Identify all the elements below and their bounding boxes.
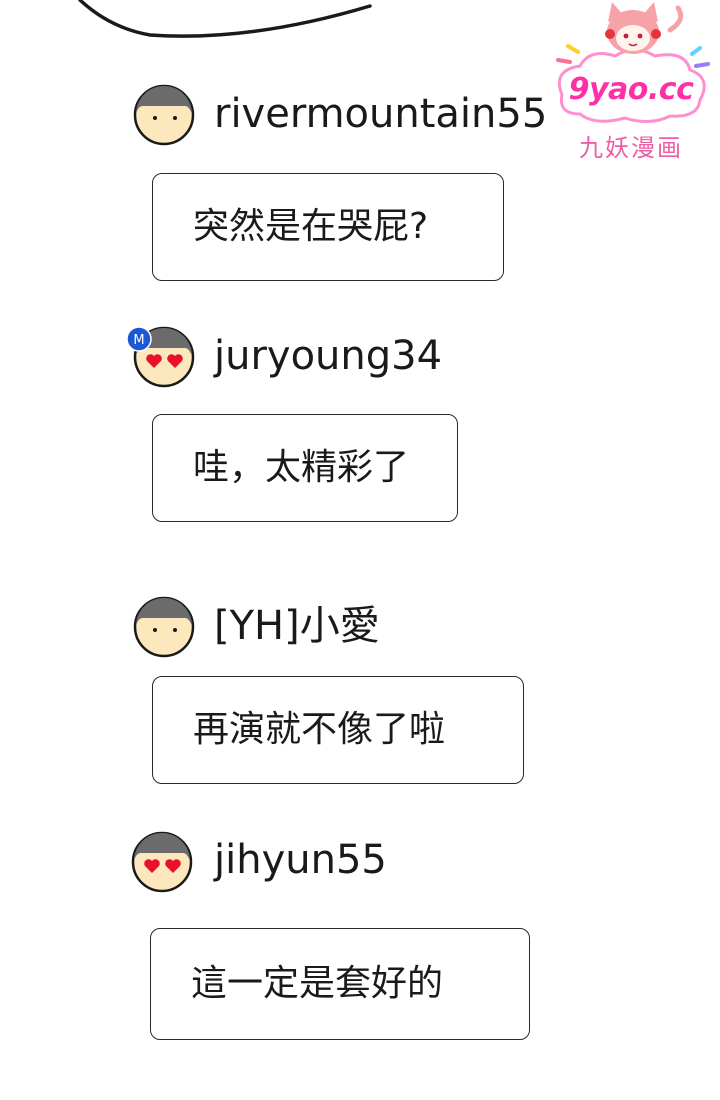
panel-border-curve xyxy=(78,0,372,38)
heart-eyes-face-icon xyxy=(131,831,193,893)
comment-bubble: 突然是在哭屁? xyxy=(152,173,504,281)
svg-text:M: M xyxy=(133,333,144,348)
watermark-name: 九妖漫画 xyxy=(579,134,683,162)
comment-text: 哇，太精彩了 xyxy=(193,447,410,488)
comment-username[interactable]: juryoung34 xyxy=(214,332,442,380)
plain-face-icon xyxy=(133,596,195,658)
comment-text: 再演就不像了啦 xyxy=(193,709,446,750)
comment-username[interactable]: [YH]小愛 xyxy=(214,602,380,650)
comment-text: 突然是在哭屁? xyxy=(193,206,429,247)
comment-bubble: 哇，太精彩了 xyxy=(152,414,458,522)
comment-username[interactable]: jihyun55 xyxy=(214,836,387,884)
plain-face-icon xyxy=(133,84,195,146)
comment-text: 這一定是套好的 xyxy=(191,963,444,1004)
watermark-logo: 9yao.cc 九妖漫画 xyxy=(540,0,720,170)
watermark-site: 9yao.cc xyxy=(568,72,694,107)
member-badge-icon: M xyxy=(126,326,152,352)
comment-bubble: 再演就不像了啦 xyxy=(152,676,524,784)
comment-bubble: 這一定是套好的 xyxy=(150,928,530,1040)
comment-username[interactable]: rivermountain55 xyxy=(214,90,547,138)
